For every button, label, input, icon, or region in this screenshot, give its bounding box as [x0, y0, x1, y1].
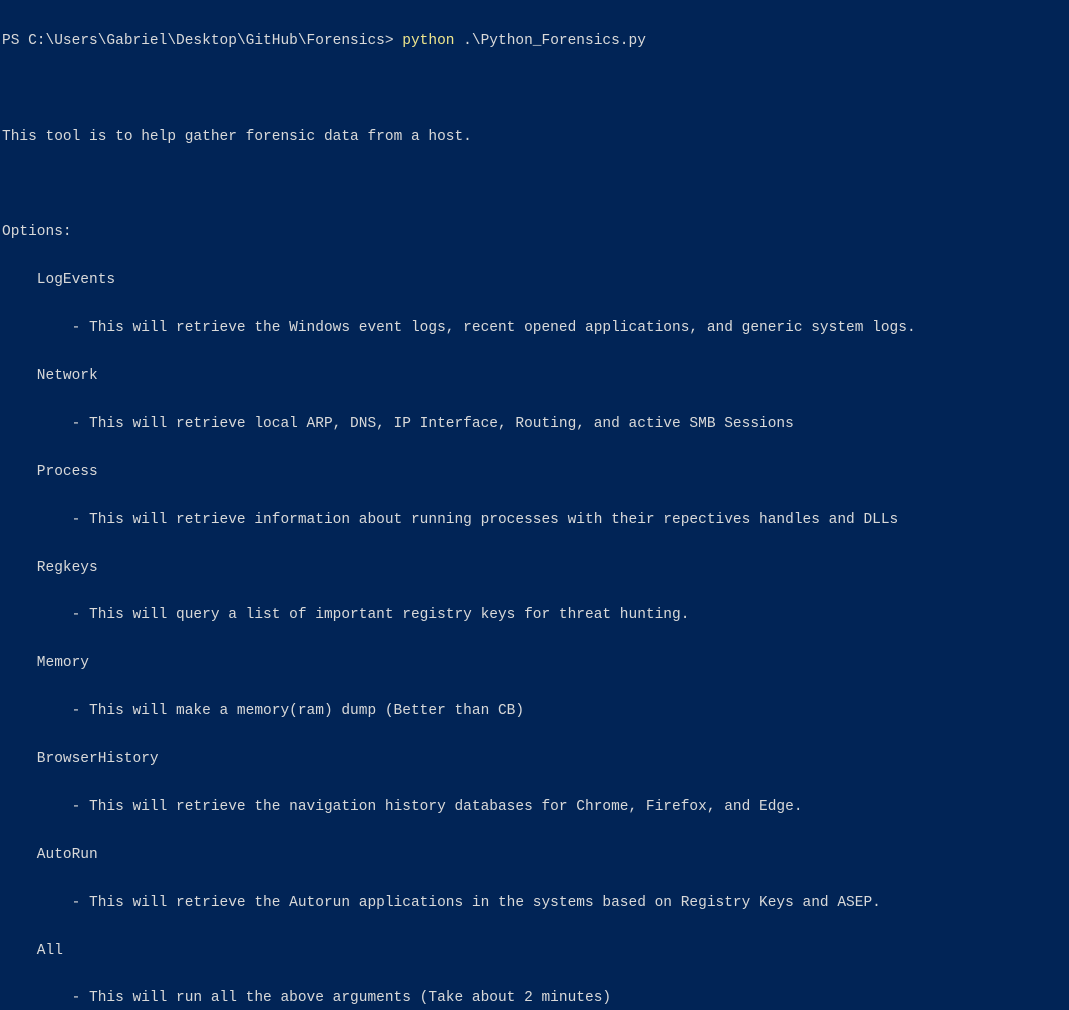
- command-name: python: [402, 33, 454, 49]
- option-name: Process: [2, 465, 1067, 481]
- option-desc: - This will retrieve information about r…: [2, 513, 1067, 529]
- blank-line: [2, 178, 1067, 194]
- option-desc: - This will retrieve the Windows event l…: [2, 321, 1067, 337]
- intro-text: This tool is to help gather forensic dat…: [2, 130, 1067, 146]
- blank-line: [2, 82, 1067, 98]
- option-name: BrowserHistory: [2, 752, 1067, 768]
- prompt-line: PS C:\Users\Gabriel\Desktop\GitHub\Foren…: [2, 34, 1067, 50]
- terminal-window[interactable]: PS C:\Users\Gabriel\Desktop\GitHub\Foren…: [2, 2, 1067, 1010]
- command-argument: .\Python_Forensics.py: [454, 33, 645, 49]
- option-desc: - This will make a memory(ram) dump (Bet…: [2, 704, 1067, 720]
- option-name: Network: [2, 369, 1067, 385]
- option-name: Memory: [2, 656, 1067, 672]
- option-name: AutoRun: [2, 848, 1067, 864]
- option-desc: - This will query a list of important re…: [2, 608, 1067, 624]
- option-desc: - This will retrieve the navigation hist…: [2, 800, 1067, 816]
- options-header: Options:: [2, 225, 1067, 241]
- option-desc: - This will retrieve the Autorun applica…: [2, 896, 1067, 912]
- option-name: LogEvents: [2, 273, 1067, 289]
- option-name: Regkeys: [2, 561, 1067, 577]
- option-desc: - This will retrieve local ARP, DNS, IP …: [2, 417, 1067, 433]
- option-name: All: [2, 944, 1067, 960]
- ps-prompt-path: PS C:\Users\Gabriel\Desktop\GitHub\Foren…: [2, 33, 402, 49]
- option-desc: - This will run all the above arguments …: [2, 991, 1067, 1007]
